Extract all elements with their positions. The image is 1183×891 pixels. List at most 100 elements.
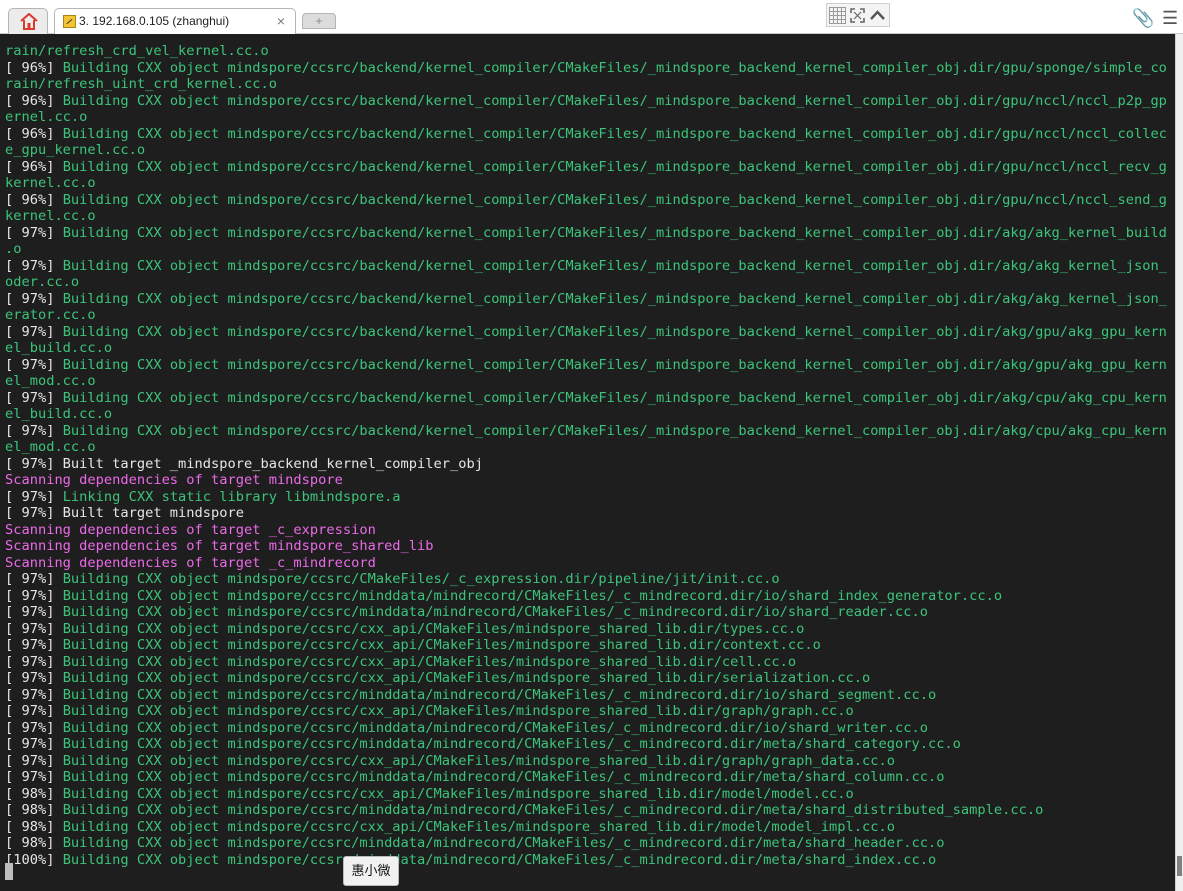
terminal-line: [ 97%] Building CXX object mindspore/ccs… — [5, 769, 944, 786]
terminal-line: [ 96%] Building CXX object mindspore/ccs… — [5, 126, 1167, 143]
terminal-text-segment: [ 96%] — [5, 158, 63, 175]
terminal-line: [100%] Building CXX object mindspore/ccs… — [5, 852, 936, 869]
terminal-line: [ 97%] Built target mindspore — [5, 505, 244, 522]
terminal-line: [ 97%] Building CXX object mindspore/ccs… — [5, 225, 1167, 242]
terminal-line: Scanning dependencies of target _c_expre… — [5, 522, 376, 539]
terminal-line: rain/refresh_uint_crd_kernel.cc.o — [5, 76, 277, 93]
terminal-text-segment: Building CXX object mindspore/ccsrc/back… — [62, 422, 1167, 439]
terminal-text-segment: Building CXX object mindspore/ccsrc/back… — [62, 59, 1167, 76]
terminal-text-segment: [ 98%] — [5, 802, 63, 818]
terminal-text-segment: [ 97%] — [5, 686, 63, 703]
close-tab-icon[interactable]: × — [277, 13, 285, 29]
terminal-text-segment: Scanning dependencies of target mindspor… — [5, 538, 434, 554]
terminal-text-segment: Scanning dependencies of target mindspor… — [5, 472, 343, 488]
terminal-text-segment: kernel.cc.o — [5, 208, 96, 224]
menu-icon[interactable]: ☰ — [1162, 9, 1178, 27]
terminal-text-segment: el_build.cc.o — [5, 406, 113, 422]
terminal-line: [ 97%] Building CXX object mindspore/ccs… — [5, 621, 804, 638]
terminal-text-segment: Building CXX object mindspore/ccsrc/mind… — [62, 719, 928, 736]
terminal-text-segment: Building CXX object mindspore/ccsrc/mind… — [62, 686, 937, 703]
terminal-text-segment: [ 98%] — [5, 835, 63, 851]
terminal-line: kernel.cc.o — [5, 208, 96, 225]
terminal-text-segment: [ 97%] — [5, 653, 63, 670]
terminal-output[interactable]: rain/refresh_crd_vel_kernel.cc.o[ 96%] B… — [0, 34, 1175, 891]
terminal-line: [ 97%] Building CXX object mindspore/ccs… — [5, 357, 1167, 374]
terminal-text-segment: [ 97%] — [5, 257, 63, 274]
terminal-text-segment: Building CXX object mindspore/ccsrc/back… — [62, 224, 1167, 241]
terminal-text-segment: Building CXX object mindspore/ccsrc/back… — [62, 158, 1167, 175]
terminal-text-segment: Building CXX object mindspore/ccsrc/cxx_… — [62, 653, 797, 670]
terminal-text-segment: [ 97%] Built target mindspore — [5, 505, 244, 521]
terminal-line: [ 96%] Building CXX object mindspore/ccs… — [5, 159, 1167, 176]
terminal-line: [ 97%] Building CXX object mindspore/ccs… — [5, 588, 1002, 605]
terminal-text-segment: [ 97%] — [5, 356, 63, 373]
terminal-line: [ 97%] Building CXX object mindspore/ccs… — [5, 571, 780, 588]
terminal-text-segment: Building CXX object mindspore/ccsrc/cxx_… — [62, 752, 895, 769]
terminal-text-segment: [ 97%] — [5, 752, 63, 769]
terminal-text-segment: Building CXX object mindspore/ccsrc/cxx_… — [62, 703, 854, 719]
terminal-text-segment: Building CXX object mindspore/ccsrc/mind… — [62, 769, 945, 785]
terminal-text-segment: Building CXX object mindspore/ccsrc/cxx_… — [62, 670, 871, 686]
terminal-text-segment: [ 97%] — [5, 670, 63, 686]
terminal-line: .o — [5, 241, 21, 258]
terminal-scrollbar[interactable] — [1175, 34, 1183, 891]
terminal-text-segment: Scanning dependencies of target _c_mindr… — [5, 554, 376, 571]
terminal-text-segment: Building CXX object mindspore/ccsrc/CMak… — [62, 571, 780, 587]
terminal-text-segment: Building CXX object mindspore/ccsrc/back… — [62, 356, 1167, 373]
terminal-line: [ 96%] Building CXX object mindspore/ccs… — [5, 93, 1167, 110]
terminal-text-segment: ernel.cc.o — [5, 109, 88, 125]
grid-icon[interactable] — [829, 7, 846, 24]
terminal-line: [ 98%] Building CXX object mindspore/ccs… — [5, 786, 854, 803]
terminal-text-segment: Building CXX object mindspore/ccsrc/back… — [62, 290, 1167, 307]
terminal-text-segment: Building CXX object mindspore/ccsrc/back… — [62, 323, 1167, 340]
terminal-line: kernel.cc.o — [5, 175, 96, 192]
terminal-text-segment: [ 96%] — [5, 125, 63, 142]
terminal-text-segment: [ 97%] — [5, 587, 63, 604]
terminal-line: [ 98%] Building CXX object mindspore/ccs… — [5, 835, 944, 852]
terminal-text-segment: Building CXX object mindspore/ccsrc/back… — [62, 191, 1167, 208]
terminal-text-segment: kernel.cc.o — [5, 175, 96, 191]
terminal-line: Scanning dependencies of target mindspor… — [5, 538, 434, 555]
terminal-line: [ 97%] Building CXX object mindspore/ccs… — [5, 423, 1167, 440]
terminal-text-segment: [ 97%] — [5, 719, 63, 736]
terminal-text-segment: [ 97%] — [5, 703, 63, 719]
terminal-text-segment: erator.cc.o — [5, 307, 96, 323]
terminal-line: rain/refresh_crd_vel_kernel.cc.o — [5, 43, 269, 60]
terminal-text-segment: Building CXX object mindspore/ccsrc/mind… — [62, 604, 928, 620]
terminal-text-segment: Linking CXX static library libmindspore.… — [62, 488, 401, 505]
terminal-text-segment: [ 96%] — [5, 59, 63, 76]
terminal-text-segment: Building CXX object mindspore/ccsrc/mind… — [62, 587, 1003, 604]
terminal-line: [ 97%] Building CXX object mindspore/ccs… — [5, 291, 1167, 308]
terminal-text-segment: [ 98%] — [5, 785, 63, 802]
terminal-text-segment: [ 97%] — [5, 224, 63, 241]
terminal-line: [ 96%] Building CXX object mindspore/ccs… — [5, 60, 1167, 77]
terminal-text-segment: Building CXX object mindspore/ccsrc/cxx_… — [62, 620, 805, 637]
terminal-text-segment: [ 98%] — [5, 818, 63, 835]
collapse-icon[interactable] — [869, 7, 886, 24]
home-tab[interactable] — [8, 8, 48, 34]
terminal-line: [ 97%] Building CXX object mindspore/ccs… — [5, 324, 1167, 341]
scrollbar-thumb[interactable] — [1177, 856, 1182, 876]
terminal-text-segment: [ 97%] — [5, 290, 63, 307]
terminal-line: [ 98%] Building CXX object mindspore/ccs… — [5, 819, 895, 836]
fullscreen-icon[interactable] — [849, 7, 866, 24]
paperclip-icon[interactable]: 📎 — [1132, 9, 1154, 27]
terminal-line: erator.cc.o — [5, 307, 96, 324]
terminal-text-segment: Building CXX object mindspore/ccsrc/mind… — [62, 736, 961, 752]
terminal-text-segment: Building CXX object mindspore/ccsrc/cxx_… — [62, 785, 854, 802]
terminal-line: [ 98%] Building CXX object mindspore/ccs… — [5, 802, 1043, 819]
terminal-text-segment: [ 97%] — [5, 422, 63, 439]
terminal-text-segment: el_mod.cc.o — [5, 373, 96, 389]
terminal-line: [ 97%] Building CXX object mindspore/ccs… — [5, 670, 870, 687]
terminal-line: [ 96%] Building CXX object mindspore/ccs… — [5, 192, 1167, 209]
terminal-text-segment: el_build.cc.o — [5, 340, 113, 356]
new-tab-button[interactable]: + — [302, 13, 336, 29]
terminal-text-segment: [ 96%] — [5, 191, 63, 208]
terminal-text-segment: Building CXX object mindspore/ccsrc/mind… — [62, 835, 945, 851]
session-tab[interactable]: 3. 192.168.0.105 (zhanghui) × — [54, 8, 296, 34]
terminal-text-segment: Building CXX object mindspore/ccsrc/cxx_… — [62, 818, 895, 835]
terminal-line: [ 97%] Building CXX object mindspore/ccs… — [5, 604, 928, 621]
terminal-text-segment: [ 97%] — [5, 488, 63, 505]
terminal-text-segment: [100%] — [5, 851, 63, 868]
terminal-line: el_mod.cc.o — [5, 439, 96, 456]
